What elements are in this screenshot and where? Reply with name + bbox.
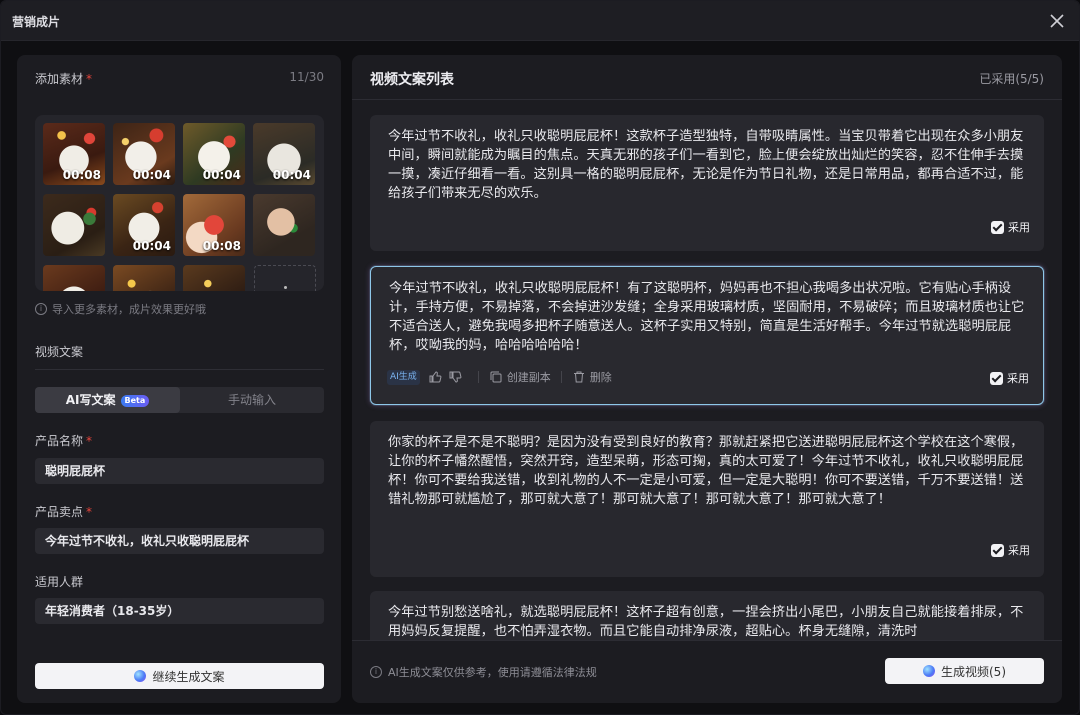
copy-list[interactable]: 今年过节不收礼，收礼只收聪明屁屁杯！这款杯子造型独特，自带吸睛属性。当宝贝带着它… [352,100,1062,640]
ai-generated-badge: AI生成 [387,369,420,385]
separator [560,371,562,383]
selling-point-input[interactable]: 今年过节不收礼，收礼只收聪明屁屁杯 [35,528,324,554]
settings-panel: 添加素材 * 11/30 00:08 00:04 00:04 00:04 00:0… [17,55,341,703]
material-thumbnail[interactable] [43,265,105,291]
material-thumbnail[interactable]: 00:08 [43,123,105,185]
add-dot-icon [284,286,287,289]
continue-generate-button[interactable]: 继续生成文案 [35,663,324,689]
copy-card-selected[interactable]: 今年过节不收礼，收礼只收聪明屁屁杯！有了这聪明杯，妈妈再也不担心我喝多出状况啦。… [370,266,1044,405]
video-copy-section-title: 视频文案 [35,345,84,359]
check-icon [991,543,1004,557]
product-name-input[interactable]: 聪明屁屁杯 [35,458,324,484]
adopted-count: 已采用(5/5) [979,72,1044,86]
ai-orb-icon [134,670,147,682]
material-thumbnail[interactable]: 00:04 [113,194,175,256]
title-bar: 营销成片 [1,1,1079,41]
audience-label: 适用人群 [35,575,84,589]
ai-orb-icon [923,665,935,677]
check-icon [990,371,1003,385]
card-actions: AI生成 创建副本 删除 [387,368,612,386]
product-name-label: 产品名称 * [35,434,93,448]
marketing-video-window: 营销成片 添加素材 * 11/30 00:08 00:04 00:04 00:04… [0,0,1080,715]
materials-grid: 00:08 00:04 00:04 00:04 00:04 00:08 [35,115,324,291]
audience-input[interactable]: 年轻消费者（18-35岁） [35,598,324,624]
divider [35,369,324,370]
adopt-checkbox[interactable]: 采用 [991,219,1030,235]
close-icon[interactable] [1047,11,1067,31]
material-thumbnail[interactable]: 00:04 [253,123,315,185]
duplicate-button[interactable]: 创建副本 [489,369,551,385]
copy-card[interactable]: 今年过节不收礼，收礼只收聪明屁屁杯！这款杯子造型独特，自带吸睛属性。当宝贝带着它… [370,115,1044,251]
copy-text: 今年过节不收礼，收礼只收聪明屁屁杯！有了这聪明杯，妈妈再也不担心我喝多出状况啦。… [389,281,1025,353]
thumbs-down-icon[interactable] [448,370,462,384]
thumbs-up-icon[interactable] [428,370,442,384]
copy-card[interactable]: 你家的杯子是不是不聪明？是因为没有受到良好的教育？那就赶紧把它送进聪明屁屁杯这个… [370,421,1044,577]
copy-text: 今年过节不收礼，收礼只收聪明屁屁杯！这款杯子造型独特，自带吸睛属性。当宝贝带着它… [388,129,1024,201]
divider [352,640,1062,641]
materials-count: 11/30 [289,70,324,84]
material-thumbnail[interactable]: 00:04 [183,123,245,185]
window-title: 营销成片 [12,15,61,29]
ai-disclaimer: i AI生成文案仅供参考，使用请遵循法律法规 [370,664,597,680]
material-thumbnail[interactable] [113,265,175,291]
copy-text: 今年过节别愁送啥礼，就选聪明屁屁杯！这杯子超有创意，一捏会挤出小尾巴，小朋友自己… [388,605,1024,639]
generate-video-button[interactable]: 生成视频(5) [885,658,1044,684]
material-thumbnail[interactable] [43,194,105,256]
copy-mode-tabs: AI写文案 Beta 手动输入 [35,387,324,413]
copy-card[interactable]: 今年过节别愁送啥礼，就选聪明屁屁杯！这杯子超有创意，一捏会挤出小尾巴，小朋友自己… [370,591,1044,640]
material-thumbnail[interactable]: 00:04 [113,123,175,185]
info-icon: i [370,666,382,678]
material-thumbnail[interactable] [253,194,315,256]
tab-manual-input[interactable]: 手动输入 [180,387,324,413]
delete-button[interactable]: 删除 [572,369,612,385]
adopt-checkbox[interactable]: 采用 [991,542,1030,558]
separator [477,371,479,383]
beta-badge: Beta [120,395,150,407]
add-material-slot[interactable] [254,265,316,291]
materials-hint: i 导入更多素材，成片效果更好哦 [35,301,206,317]
copy-list-panel: 视频文案列表 已采用(5/5) 今年过节不收礼，收礼只收聪明屁屁杯！这款杯子造型… [352,55,1062,703]
material-thumbnail[interactable] [183,265,245,291]
info-icon: i [35,303,47,315]
add-materials-label: 添加素材 * [35,72,93,86]
adopt-checkbox[interactable]: 采用 [990,370,1029,386]
copy-text: 你家的杯子是不是不聪明？是因为没有受到良好的教育？那就赶紧把它送进聪明屁屁杯这个… [388,435,1024,507]
check-icon [991,220,1004,234]
tab-ai-copy[interactable]: AI写文案 Beta [35,387,180,413]
material-thumbnail[interactable]: 00:08 [183,194,245,256]
trash-icon [573,371,584,383]
copy-list-title: 视频文案列表 [370,72,454,88]
selling-point-label: 产品卖点 * [35,505,93,519]
copy-icon [490,371,502,383]
